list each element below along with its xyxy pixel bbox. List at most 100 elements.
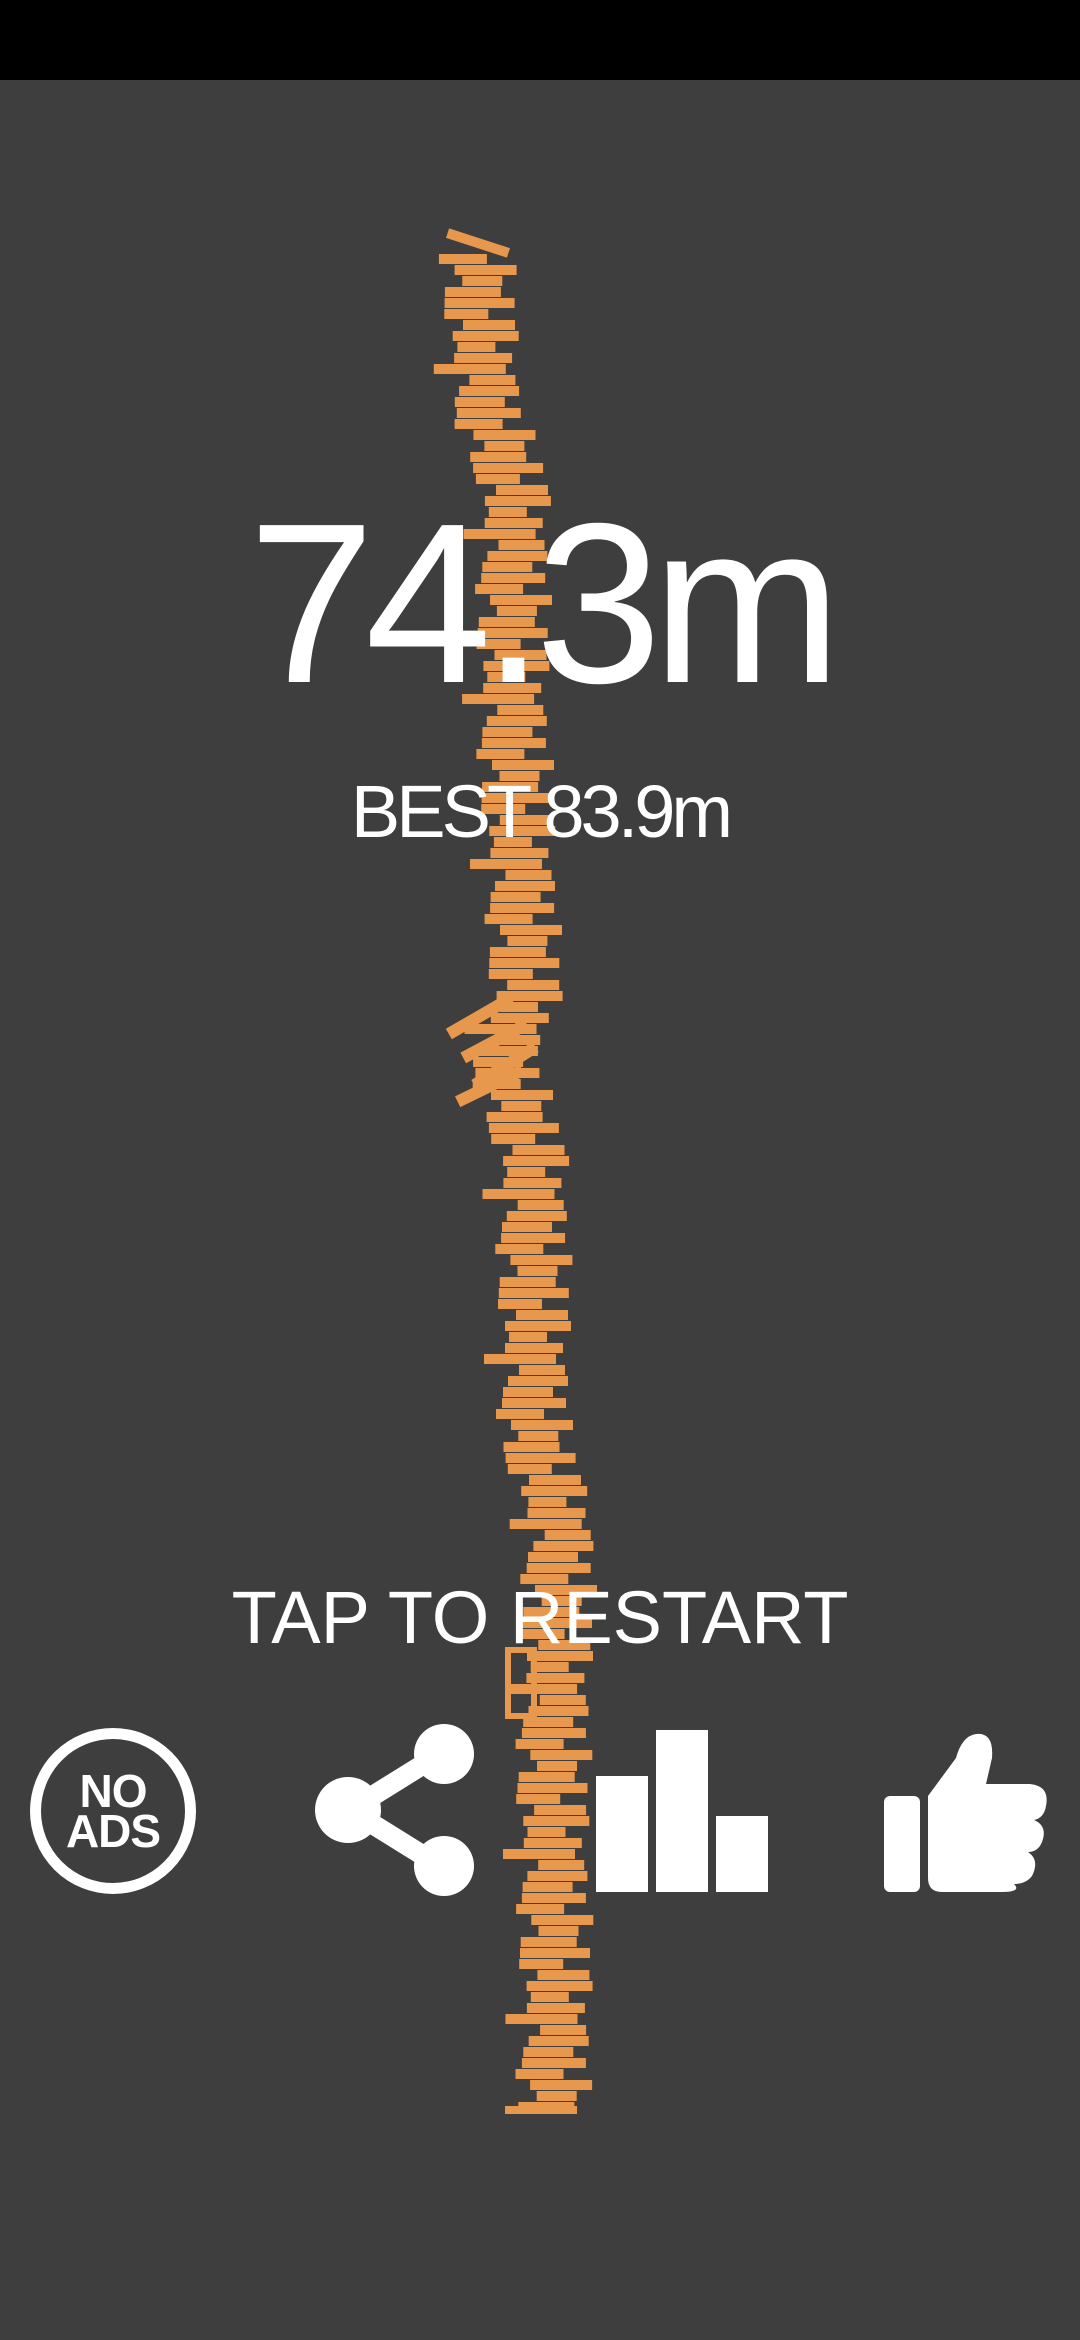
tower-block xyxy=(534,1805,587,1815)
tower-block xyxy=(517,1200,564,1210)
tower-block xyxy=(495,881,555,891)
tower-block xyxy=(527,1871,588,1881)
tower-block xyxy=(490,903,555,913)
tower-block xyxy=(506,1211,567,1221)
tower-block xyxy=(473,463,544,473)
tower-block xyxy=(518,1772,575,1782)
tower-block xyxy=(518,1431,559,1441)
tower-block xyxy=(503,1156,570,1166)
tower-block xyxy=(505,870,552,880)
tower-block xyxy=(470,452,527,462)
tower-block xyxy=(515,1739,564,1749)
tower-block xyxy=(521,1486,588,1496)
tower-block xyxy=(508,1376,568,1386)
tower-block xyxy=(433,364,506,374)
tower-block xyxy=(444,309,489,319)
tower-block xyxy=(528,2036,589,2046)
bar-chart-icon xyxy=(596,1730,768,1892)
tower-block xyxy=(530,1750,593,1760)
tower-block xyxy=(486,1112,543,1122)
tower-block xyxy=(463,320,515,330)
tower-block xyxy=(509,1332,547,1342)
tower-block xyxy=(489,958,560,968)
tower-block xyxy=(523,2047,574,2057)
tower-block xyxy=(444,298,515,308)
tower-block xyxy=(498,1299,542,1309)
tower-block xyxy=(537,1970,590,1980)
tower-block xyxy=(454,265,517,275)
leaderboard-button[interactable] xyxy=(596,1730,770,1892)
tower-top-block xyxy=(446,228,510,258)
tower-block xyxy=(517,1266,558,1276)
tower-block xyxy=(511,1420,573,1430)
tower-block xyxy=(517,1783,588,1793)
tower-block xyxy=(488,1123,559,1133)
current-height: 74.3m xyxy=(248,477,842,731)
tower-block xyxy=(507,980,560,990)
tower-block xyxy=(512,1145,565,1155)
tower-block xyxy=(544,1530,591,1540)
tower-block xyxy=(505,2014,578,2024)
tower-block xyxy=(457,342,496,352)
tower-block xyxy=(462,276,503,286)
tower-block xyxy=(528,1497,567,1507)
tower-block xyxy=(526,1563,591,1573)
tower-block xyxy=(515,2069,564,2079)
tower-block xyxy=(531,1915,594,1925)
tower-block xyxy=(484,441,525,451)
tower-block xyxy=(523,1816,590,1826)
tower-block xyxy=(521,2058,586,2068)
tower-block xyxy=(505,1343,563,1353)
share-button[interactable] xyxy=(312,1722,482,1898)
tower-block xyxy=(503,1442,560,1452)
tower-block xyxy=(469,375,516,385)
tower-block xyxy=(495,1244,544,1254)
block-tower xyxy=(433,228,597,2114)
tower-block xyxy=(528,1552,578,1562)
tower-block xyxy=(520,1937,577,1947)
tower-block xyxy=(501,1233,566,1243)
tower-block xyxy=(456,408,521,418)
share-icon xyxy=(315,1724,474,1896)
tower-block xyxy=(539,1695,586,1705)
tower-block xyxy=(481,738,546,748)
tower-block xyxy=(491,1134,536,1144)
tower-block xyxy=(454,419,503,429)
tower-block xyxy=(527,1508,586,1518)
tower-block xyxy=(521,1893,586,1903)
tower-block xyxy=(526,2003,585,2013)
tower-block xyxy=(520,1948,590,1958)
tower-block xyxy=(502,1222,552,1232)
tower-block xyxy=(473,430,536,440)
tap-to-restart[interactable]: TAP TO RESTART xyxy=(0,1578,1080,1658)
tower-block xyxy=(521,1728,586,1738)
tower-block xyxy=(492,760,554,770)
tower-block xyxy=(490,892,541,902)
tower-block xyxy=(498,1288,569,1298)
tower-block xyxy=(540,2025,587,2035)
tower-block xyxy=(509,1519,582,1529)
tower-base xyxy=(505,2106,577,2114)
tower-block xyxy=(476,749,525,759)
tower-block xyxy=(538,1926,579,1936)
tower-block xyxy=(537,1761,577,1771)
like-button[interactable] xyxy=(884,1732,1050,1892)
tower-block xyxy=(491,1090,553,1100)
tower-block xyxy=(505,1321,571,1331)
tower-block xyxy=(482,1189,555,1199)
tower-block xyxy=(496,1409,544,1419)
tower-block xyxy=(454,353,513,363)
tower-block xyxy=(501,1101,542,1111)
tower-block xyxy=(484,914,533,924)
tower-block xyxy=(484,1354,556,1364)
tower-block xyxy=(510,1255,573,1265)
tower-block xyxy=(516,1794,561,1804)
tower-block xyxy=(533,1541,594,1551)
tower-block xyxy=(528,1706,589,1716)
tower-block xyxy=(507,1464,552,1474)
no-ads-button[interactable]: NO ADS xyxy=(30,1728,196,1894)
tower-block xyxy=(502,1398,566,1408)
tower-block xyxy=(503,1178,562,1188)
tower-block xyxy=(489,947,546,957)
tower-block xyxy=(499,1277,556,1287)
